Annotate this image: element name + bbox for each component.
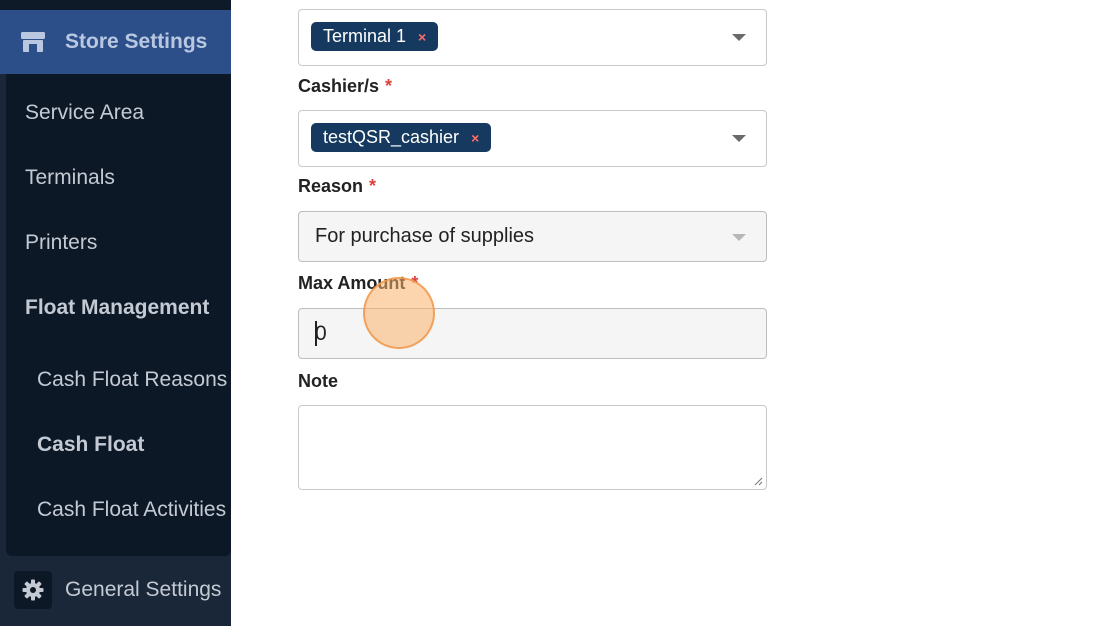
cashier-tag-label: testQSR_cashier <box>323 127 460 147</box>
max-amount-label-text: Max Amount <box>298 273 406 293</box>
sidebar-item-label: General Settings <box>65 578 222 601</box>
reason-label-text: Reason <box>298 176 364 196</box>
terminal-tag-label: Terminal 1 <box>323 26 407 46</box>
note-textarea[interactable] <box>298 405 767 490</box>
required-marker: * <box>385 76 393 96</box>
remove-tag-icon[interactable]: × <box>471 130 479 146</box>
reason-selected-value: For purchase of supplies <box>315 225 535 247</box>
required-marker: * <box>411 273 419 293</box>
sidebar-item-service-area[interactable]: Service Area <box>25 101 144 125</box>
sidebar-item-cash-float-activities[interactable]: Cash Float Activities <box>37 498 226 522</box>
cashiers-select[interactable]: testQSR_cashier × <box>298 110 767 167</box>
max-amount-input[interactable]: 0 <box>298 308 767 359</box>
cashiers-label: Cashier/s * <box>298 76 392 97</box>
sidebar-item-general-settings[interactable]: General Settings <box>0 562 231 618</box>
resize-handle-icon[interactable] <box>753 476 763 486</box>
max-amount-value: 0 <box>315 322 327 345</box>
required-marker: * <box>369 176 377 196</box>
remove-tag-icon[interactable]: × <box>418 29 426 45</box>
sidebar-item-cash-float-reasons[interactable]: Cash Float Reasons <box>37 368 227 392</box>
sidebar-item-label: Store Settings <box>65 30 208 53</box>
sidebar-item-store-settings[interactable]: Store Settings <box>0 10 231 74</box>
sidebar-item-terminals[interactable]: Terminals <box>25 166 115 190</box>
cashier-tag: testQSR_cashier × <box>311 123 492 152</box>
max-amount-label: Max Amount * <box>298 273 418 294</box>
terminal-tag: Terminal 1 × <box>311 22 439 51</box>
reason-select[interactable]: For purchase of supplies <box>298 211 767 262</box>
sidebar-item-cash-float[interactable]: Cash Float <box>37 433 144 457</box>
note-label: Note <box>298 371 338 391</box>
chevron-down-icon[interactable] <box>732 234 746 241</box>
gear-icon <box>14 571 52 609</box>
sidebar-item-printers[interactable]: Printers <box>25 231 97 255</box>
sidebar: Store Settings Service Area Terminals Pr… <box>0 0 231 626</box>
chevron-down-icon[interactable] <box>732 135 746 142</box>
cashiers-label-text: Cashier/s <box>298 76 380 96</box>
reason-label: Reason * <box>298 176 376 197</box>
text-cursor <box>315 321 317 346</box>
store-icon <box>20 30 46 54</box>
terminal-select[interactable]: Terminal 1 × <box>298 9 767 66</box>
chevron-down-icon[interactable] <box>732 34 746 41</box>
sidebar-top-strip <box>0 0 231 10</box>
sidebar-item-float-management[interactable]: Float Management <box>25 296 209 320</box>
